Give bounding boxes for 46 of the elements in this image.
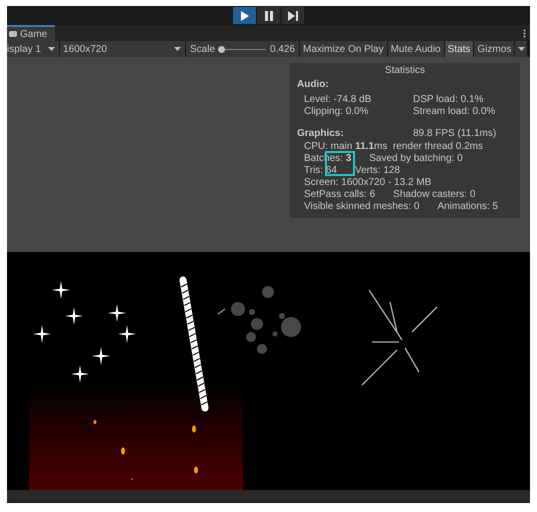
stat-text: Screen: 1600x720 - 13.2 MB — [304, 177, 432, 189]
step-button[interactable] — [281, 7, 304, 24]
more-icon[interactable] — [523, 28, 526, 38]
game-tab[interactable]: Game — [7, 25, 55, 41]
stat-text: Clipping: 0.0% — [304, 106, 368, 118]
section-heading: Graphics: — [297, 128, 344, 140]
pause-icon — [264, 10, 272, 20]
scale-label: Scale — [190, 42, 216, 56]
stat-text: Saved by batching: 0 — [369, 153, 463, 165]
stat-text: CPU: main 11.1ms render thread 0.2ms — [304, 141, 483, 153]
scale-slider[interactable] — [219, 46, 266, 52]
sparkle-icon — [92, 347, 110, 365]
sparkle-icon — [71, 365, 89, 383]
toolbar-toggle[interactable]: Stats — [444, 41, 474, 57]
sparkle-icon — [52, 281, 70, 299]
toolbar-toggle[interactable]: Maximize On Play — [300, 41, 387, 57]
toolbar-toggle[interactable]: Mute Audio — [388, 41, 444, 57]
caret-icon — [174, 47, 181, 51]
play-icon — [240, 10, 249, 20]
stat-text: Stream load: 0.0% — [413, 106, 496, 118]
gizmos-dropdown-button[interactable] — [515, 41, 528, 57]
sparkle-icon — [65, 307, 83, 325]
pause-button[interactable] — [257, 7, 280, 24]
display-dropdown[interactable]: isplay 1 — [7, 41, 59, 57]
sparkle-icon — [33, 325, 51, 343]
resolution-dropdown[interactable]: 1600x720 — [60, 41, 185, 57]
stat-text: Visible skinned meshes: 0 — [304, 201, 420, 213]
step-icon — [288, 10, 298, 20]
stat-text: Level: -74.8 dB — [304, 94, 372, 106]
caret-icon — [518, 47, 525, 51]
stat-text: SetPass calls: 6 — [304, 189, 376, 201]
scale-slider-thumb[interactable] — [218, 46, 225, 52]
caret-icon — [48, 47, 55, 51]
sparkle-icon — [108, 304, 126, 322]
stat-text: Verts: 128 — [354, 165, 400, 177]
fps-reading: 89.8 FPS (11.1ms) — [413, 128, 498, 140]
stat-text: Animations: 5 — [437, 201, 498, 213]
sparkle-icon — [118, 325, 136, 343]
stat-text: Shadow casters: 0 — [393, 189, 476, 201]
section-heading: Audio: — [297, 79, 329, 91]
stat-text: DSP load: 0.1% — [413, 94, 484, 106]
toolbar-toggle[interactable]: Gizmos — [474, 41, 514, 57]
statistics-title: Statistics — [384, 65, 426, 77]
scale-value: 0.426 — [270, 42, 295, 56]
scale-control[interactable]: Scale 0.426 — [186, 41, 299, 57]
play-button[interactable] — [233, 7, 256, 24]
